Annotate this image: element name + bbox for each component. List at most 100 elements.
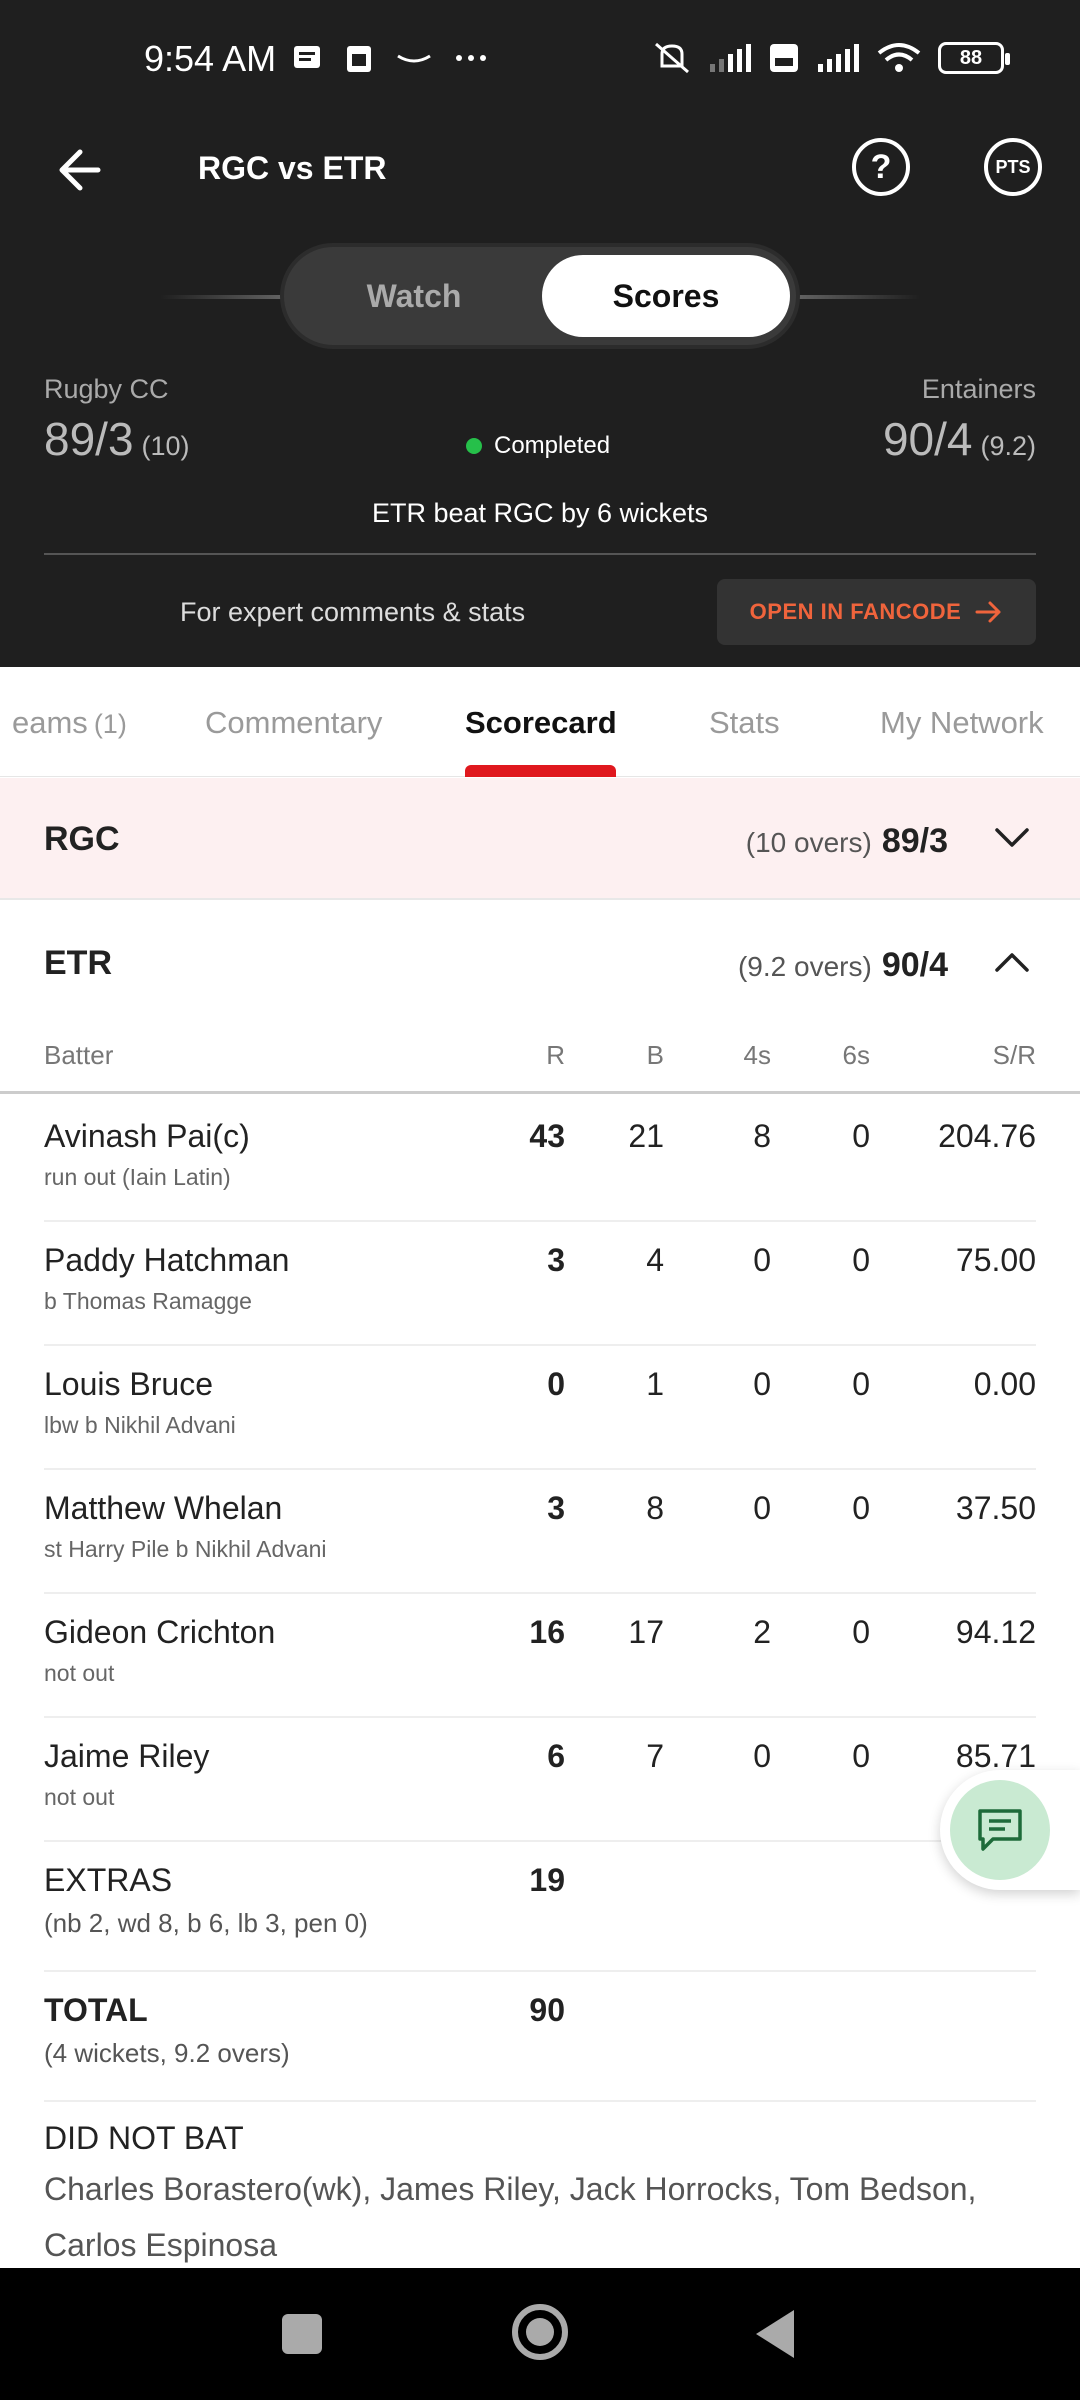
batter-balls: 1 [646, 1366, 664, 1402]
batter-strike-rate: 37.50 [955, 1490, 1036, 1526]
chat-fab-button[interactable] [940, 1770, 1080, 1890]
amazon-icon [397, 54, 431, 63]
page-title: RGC vs ETR [198, 150, 387, 186]
batter-sixes: 0 [852, 1614, 870, 1650]
batter-name: Paddy Hatchman [44, 1242, 290, 1278]
batter-row[interactable]: Avinash Pai(c) run out (Iain Latin) 43 2… [44, 1098, 1036, 1222]
batter-fours: 8 [753, 1118, 771, 1154]
did-not-bat-label: DID NOT BAT [44, 2120, 244, 2156]
status-bar: 9:54 AM 88 [0, 0, 1080, 120]
batter-dismissal: lbw b Nikhil Advani [44, 1412, 236, 1438]
pts-button[interactable]: PTS [984, 138, 1042, 196]
watch-toggle-button[interactable]: Watch [294, 255, 534, 337]
did-not-bat-players: Charles Borastero(wk), James Riley, Jack… [44, 2171, 977, 2263]
extras-detail: (nb 2, wd 8, b 6, lb 3, pen 0) [44, 1908, 368, 1938]
tab-commentary[interactable]: Commentary [205, 705, 382, 741]
batter-fours: 0 [753, 1490, 771, 1526]
team1-overs: (10) [141, 431, 190, 461]
mute-icon [655, 42, 689, 74]
match-status-label: Completed [494, 432, 611, 459]
batter-row[interactable]: Matthew Whelan st Harry Pile b Nikhil Ad… [44, 1470, 1036, 1594]
help-chat-icon[interactable]: ? [852, 138, 910, 196]
batter-balls: 7 [646, 1738, 664, 1774]
batter-name: Avinash Pai(c) [44, 1118, 250, 1154]
tab-scorecard[interactable]: Scorecard [465, 705, 617, 741]
batter-row[interactable]: Paddy Hatchman b Thomas Ramagge 3 4 0 0 … [44, 1222, 1036, 1346]
team2-score: 90/4 [882, 413, 973, 465]
more-dots-icon [456, 55, 486, 61]
status-time: 9:54 AM [144, 38, 277, 79]
innings-score-block: (9.2 overs) 90/4 [738, 946, 948, 985]
tab-stats[interactable]: Stats [709, 705, 780, 741]
batter-runs: 0 [547, 1366, 565, 1402]
batter-row[interactable]: Gideon Crichton not out 16 17 2 0 94.12 [44, 1594, 1036, 1718]
chevron-up-icon[interactable] [994, 950, 1030, 974]
chat-icon [978, 1809, 1022, 1851]
open-in-fancode-label: OPEN IN FANCODE [749, 599, 962, 624]
tab-bar: eams (1) Commentary Scorecard Stats My Ne… [0, 667, 1080, 777]
batter-runs: 16 [529, 1614, 565, 1650]
tab-teams[interactable]: eams (1) [12, 705, 127, 741]
col-fours: 4s [743, 1040, 771, 1070]
app-notification-icon [347, 46, 371, 72]
innings-team: ETR [44, 944, 112, 982]
batter-sixes: 0 [852, 1738, 870, 1774]
promo-text: For expert comments & stats [180, 597, 526, 627]
signal-icon-2 [818, 44, 859, 72]
batter-row[interactable]: Jaime Riley not out 6 7 0 0 85.71 [44, 1718, 1036, 1842]
innings-row-rgc[interactable]: RGC (10 overs) 89/3 [0, 778, 1080, 900]
col-sixes: 6s [842, 1040, 870, 1070]
batter-balls: 21 [628, 1118, 664, 1154]
extras-value: 19 [529, 1862, 565, 1898]
batter-dismissal: run out (Iain Latin) [44, 1164, 231, 1190]
tab-teams-count: (1) [93, 709, 127, 739]
battery-icon: 88 [938, 42, 1010, 74]
team1-score: 89/3 [44, 413, 134, 465]
tab-teams-label: eams [12, 705, 88, 740]
match-result: ETR beat RGC by 6 wickets [371, 498, 709, 528]
divider [44, 553, 1036, 555]
batter-strike-rate: 204.76 [938, 1118, 1036, 1154]
batter-row[interactable]: Louis Bruce lbw b Nikhil Advani 0 1 0 0 … [44, 1346, 1036, 1470]
batter-runs: 43 [529, 1118, 565, 1154]
batter-runs: 3 [547, 1490, 565, 1526]
col-balls: B [646, 1040, 664, 1070]
match-status: Completed [466, 432, 610, 460]
active-tab-indicator [465, 765, 616, 777]
home-icon[interactable] [512, 2304, 568, 2360]
tab-my-network[interactable]: My Network [880, 705, 1044, 741]
recents-icon[interactable] [282, 2314, 322, 2354]
volte-icon [770, 44, 798, 72]
scores-toggle-button[interactable]: Scores [542, 255, 790, 337]
batter-dismissal: not out [44, 1660, 115, 1686]
batter-balls: 17 [628, 1614, 664, 1650]
innings-row-etr[interactable]: ETR (9.2 overs) 90/4 [0, 902, 1080, 1026]
innings-team: RGC [44, 820, 120, 858]
extras-row: EXTRAS (nb 2, wd 8, b 6, lb 3, pen 0) 19 [44, 1842, 1036, 1972]
batter-runs: 6 [547, 1738, 565, 1774]
batter-fours: 0 [753, 1738, 771, 1774]
chevron-down-icon[interactable] [994, 826, 1030, 850]
arrow-right-icon [975, 601, 1001, 623]
back-arrow-icon[interactable] [50, 142, 106, 198]
col-runs: R [546, 1040, 565, 1070]
batter-dismissal: b Thomas Ramagge [44, 1288, 252, 1314]
back-triangle-icon[interactable] [756, 2310, 794, 2358]
system-nav-bar [0, 2268, 1080, 2400]
batter-sixes: 0 [852, 1490, 870, 1526]
wifi-icon [877, 43, 921, 72]
total-label: TOTAL [44, 1992, 148, 2028]
batting-table-header: Batter R B 4s 6s S/R [0, 1030, 1080, 1094]
innings-overs: (10 overs) [745, 827, 872, 858]
col-strike-rate: S/R [992, 1040, 1036, 1070]
total-detail: (4 wickets, 9.2 overs) [44, 2038, 290, 2068]
app-bar: RGC vs ETR ? PTS [0, 120, 1080, 220]
team1-score-block: 89/3 (10) [44, 412, 190, 466]
batter-balls: 8 [646, 1490, 664, 1526]
batter-sixes: 0 [852, 1366, 870, 1402]
batter-sixes: 0 [852, 1118, 870, 1154]
innings-score-block: (10 overs) 89/3 [746, 822, 948, 861]
innings-score: 90/4 [881, 946, 948, 984]
batter-fours: 0 [753, 1366, 771, 1402]
open-in-fancode-button[interactable]: OPEN IN FANCODE [717, 579, 1036, 645]
